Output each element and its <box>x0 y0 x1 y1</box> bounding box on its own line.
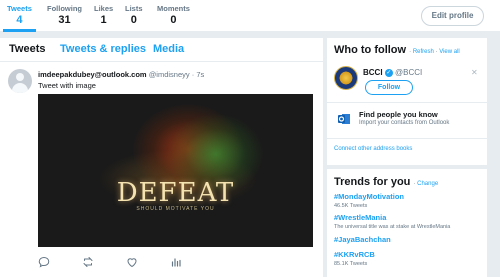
suggested-account[interactable]: BCCI ✓ @BCCI <box>363 68 422 77</box>
reply-icon[interactable] <box>38 255 52 269</box>
trends-header: Trends for you · Change <box>334 176 438 188</box>
divider <box>327 102 487 103</box>
tweet-author-handle[interactable]: @imdisneyy <box>149 70 190 79</box>
who-to-follow-title: Who to follow <box>334 44 407 56</box>
stat-value: 31 <box>58 14 71 26</box>
who-to-follow-panel: Who to follow · Refresh · View all BCCI … <box>327 38 487 165</box>
who-to-follow-header: Who to follow · Refresh · View all <box>334 44 460 56</box>
tab-tweets-and-replies[interactable]: Tweets & replies <box>60 43 146 55</box>
stat-value: 1 <box>100 14 107 26</box>
stat-moments[interactable]: Moments 0 <box>157 4 190 27</box>
profile-stats-bar: Tweets 4 Following 31 Likes 1 Lists 0 Mo… <box>0 0 500 32</box>
like-heart-icon[interactable] <box>126 255 140 269</box>
stat-label: Tweets <box>7 4 32 13</box>
trend-name: #KKRvRCB <box>334 250 375 259</box>
stat-value: 0 <box>130 14 137 26</box>
trend-item[interactable]: #JayaBachchan <box>334 235 391 245</box>
close-icon[interactable]: ✕ <box>471 68 478 77</box>
connect-address-books-link[interactable]: Connect other address books <box>334 146 412 152</box>
trend-subtext: 85.1K Tweets <box>334 261 368 267</box>
retweet-icon[interactable] <box>82 255 96 269</box>
divider <box>327 138 487 139</box>
tweet-author-name[interactable]: imdeepakdubey@outlook.com <box>38 70 147 79</box>
follow-button[interactable]: Follow <box>365 80 413 95</box>
tweet-item[interactable]: imdeepakdubey@outlook.com @imdisneyy · 7… <box>0 63 323 277</box>
separator-dot: · <box>409 49 412 55</box>
stat-label: Following <box>47 4 82 13</box>
refresh-link[interactable]: Refresh <box>413 49 434 55</box>
trend-subtext: The universal title was at stake at Wres… <box>334 224 451 230</box>
edit-profile-button[interactable]: Edit profile <box>421 6 484 26</box>
bcci-avatar[interactable] <box>334 66 358 90</box>
stat-likes[interactable]: Likes 1 <box>94 4 113 27</box>
trend-name: #MondayMotivation <box>334 192 405 201</box>
stat-value: 0 <box>170 14 177 26</box>
trend-item[interactable]: #KKRvRCB 85.1K Tweets <box>334 250 375 268</box>
stat-lists[interactable]: Lists 0 <box>125 4 143 27</box>
separator-dot: · <box>435 49 438 55</box>
outlook-icon <box>338 114 350 124</box>
tweet-separator: · <box>191 70 195 79</box>
suggested-account-handle: @BCCI <box>395 68 423 77</box>
trends-title: Trends for you <box>334 176 411 188</box>
tab-tweets[interactable]: Tweets <box>9 43 45 55</box>
tweet-image[interactable]: DEFEAT SHOULD MOTIVATE YOU <box>38 94 313 247</box>
image-subtitle-text: SHOULD MOTIVATE YOU <box>136 206 215 212</box>
stat-tweets[interactable]: Tweets 4 <box>3 4 36 32</box>
trend-item[interactable]: #MondayMotivation 46.5K Tweets <box>334 192 404 210</box>
trend-item[interactable]: #WrestleMania The universal title was at… <box>334 213 450 231</box>
suggested-account-name: BCCI <box>363 68 383 77</box>
trend-name: #JayaBachchan <box>334 235 391 244</box>
tweet-actions <box>38 255 278 269</box>
stat-label: Likes <box>94 4 114 13</box>
separator-dot: · <box>413 181 416 187</box>
tweet-header: imdeepakdubey@outlook.com @imdisneyy · 7… <box>38 70 204 79</box>
image-title-text: DEFEAT <box>116 178 235 208</box>
tweet-timestamp[interactable]: 7s <box>196 70 204 79</box>
change-trends-link[interactable]: Change <box>417 181 438 187</box>
avatar[interactable] <box>8 69 32 93</box>
view-all-link[interactable]: View all <box>439 49 460 55</box>
timeline-panel: Tweets Tweets & replies Media imdeepakdu… <box>0 38 323 277</box>
tab-media[interactable]: Media <box>153 43 184 55</box>
timeline-tabs: Tweets Tweets & replies Media <box>0 38 323 62</box>
verified-badge-icon: ✓ <box>384 68 393 77</box>
stat-label: Moments <box>157 4 190 13</box>
find-people-subtitle: Import your contacts from Outlook <box>359 120 450 126</box>
stat-value: 4 <box>16 14 23 26</box>
trends-panel: Trends for you · Change #MondayMotivatio… <box>327 169 487 277</box>
trend-name: #WrestleMania <box>334 213 387 222</box>
stat-following[interactable]: Following 31 <box>47 4 82 27</box>
trend-subtext: 46.5K Tweets <box>334 203 368 209</box>
analytics-icon[interactable] <box>170 255 184 269</box>
find-people-title[interactable]: Find people you know <box>359 110 438 119</box>
stat-label: Lists <box>125 4 143 13</box>
tweet-text: Tweet with image <box>38 81 96 90</box>
